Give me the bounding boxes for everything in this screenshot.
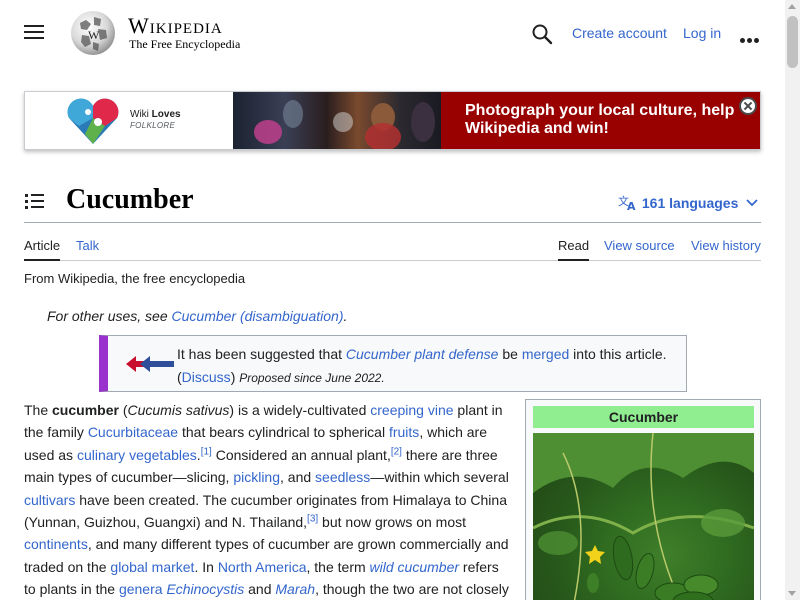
merge-notice-box: It has been suggested that Cucumber plan… [99, 335, 687, 392]
svg-text:A: A [627, 200, 636, 211]
disambiguation-link[interactable]: Cucumber (disambiguation) [172, 308, 344, 324]
wikipedia-wordmark[interactable]: Wikipedia [128, 13, 223, 39]
merge-arrows-icon [126, 356, 174, 372]
page-title: Cucumber [66, 184, 194, 215]
banner-logo-area: Wiki Loves FOLKLORE [25, 92, 233, 149]
merge-notice-text: It has been suggested that Cucumber plan… [177, 346, 667, 385]
link-pickling[interactable]: pickling [233, 469, 280, 485]
discuss-link[interactable]: Discuss [182, 369, 231, 385]
site-subtitle: From Wikipedia, the free encyclopedia [24, 271, 246, 286]
close-icon[interactable] [739, 97, 757, 115]
hatnote: For other uses, see Cucumber (disambigua… [47, 308, 348, 324]
reference-3[interactable]: [3] [307, 513, 318, 524]
reference-2[interactable]: [2] [391, 446, 402, 457]
translate-icon: 文 A [618, 194, 636, 211]
tab-article[interactable]: Article [24, 238, 60, 253]
link-echinocystis[interactable]: Echinocystis [166, 581, 244, 597]
tab-view-source[interactable]: View source [604, 238, 675, 253]
page-scrollbar[interactable] [785, 0, 800, 600]
banner-call-to-action[interactable]: Photograph your local culture, help Wiki… [441, 92, 760, 149]
merge-target-link[interactable]: Cucumber plant defense [346, 346, 499, 362]
tab-talk[interactable]: Talk [76, 238, 99, 253]
hamburger-menu-icon [24, 25, 44, 27]
site-header: W Wikipedia The Free Encyclopedia Create… [0, 0, 785, 66]
wiki-loves-folklore-text: Wiki Loves FOLKLORE [130, 109, 181, 130]
puzzle-heart-logo-icon [67, 98, 119, 144]
banner-folklore-photo [233, 92, 441, 149]
link-cucurbitaceae[interactable]: Cucurbitaceae [88, 424, 178, 440]
link-marah[interactable]: Marah [275, 581, 315, 597]
link-culinary-vegetables[interactable]: culinary vegetables [77, 447, 197, 463]
wikipedia-globe-icon[interactable]: W [68, 9, 118, 57]
banner-photo-illustration [254, 100, 435, 149]
link-seedless[interactable]: seedless [315, 469, 370, 485]
svg-text:W: W [88, 28, 100, 42]
link-cultivars[interactable]: cultivars [24, 492, 75, 508]
link-north-america[interactable]: North America [218, 559, 307, 575]
cucumber-plant-illustration [533, 433, 754, 600]
tab-read-active-indicator [558, 259, 589, 261]
tab-read[interactable]: Read [558, 238, 589, 253]
scroll-up-arrow-icon[interactable] [788, 4, 796, 9]
link-global-market[interactable]: global market [110, 559, 194, 575]
search-icon[interactable] [530, 22, 554, 46]
title-divider [24, 222, 761, 223]
chevron-down-icon [746, 199, 758, 207]
table-of-contents-toggle-icon[interactable] [25, 193, 45, 209]
ellipsis-icon [740, 38, 745, 43]
tab-view-history[interactable]: View history [691, 238, 761, 253]
tab-article-active-indicator [24, 259, 60, 261]
scroll-down-arrow-icon[interactable] [788, 591, 796, 596]
main-menu-button[interactable] [22, 21, 46, 45]
link-continents[interactable]: continents [24, 536, 88, 552]
log-in-link[interactable]: Log in [683, 25, 721, 41]
wikipedia-tagline: The Free Encyclopedia [129, 37, 241, 51]
languages-count[interactable]: 161 languages [642, 195, 739, 211]
reference-1[interactable]: [1] [201, 446, 212, 457]
scrollbar-thumb[interactable] [787, 16, 798, 68]
merged-help-link[interactable]: merged [522, 346, 569, 362]
language-selector-button[interactable]: 文 A 161 languages [618, 193, 758, 213]
infobox-cucumber-photo[interactable] [533, 433, 754, 600]
personal-tools-more-button[interactable] [740, 30, 762, 43]
link-wild-cucumber[interactable]: wild cucumber [370, 559, 459, 575]
tabs-divider [24, 260, 761, 261]
create-account-link[interactable]: Create account [572, 25, 667, 41]
infobox-title: Cucumber [533, 406, 754, 428]
infobox: Cucumber [525, 399, 761, 600]
article-lead-paragraph: The cucumber (Cucumis sativus) is a wide… [24, 402, 509, 598]
merge-proposed-date: Proposed since June 2022. [239, 371, 385, 385]
wiki-loves-folklore-banner[interactable]: Wiki Loves FOLKLORE Photograph your loca… [24, 91, 761, 150]
link-fruits[interactable]: fruits [389, 424, 419, 440]
link-genera[interactable]: genera [119, 581, 163, 597]
link-creeping-vine[interactable]: creeping vine [370, 402, 453, 418]
banner-cta-text[interactable]: Photograph your local culture, help Wiki… [465, 102, 745, 138]
